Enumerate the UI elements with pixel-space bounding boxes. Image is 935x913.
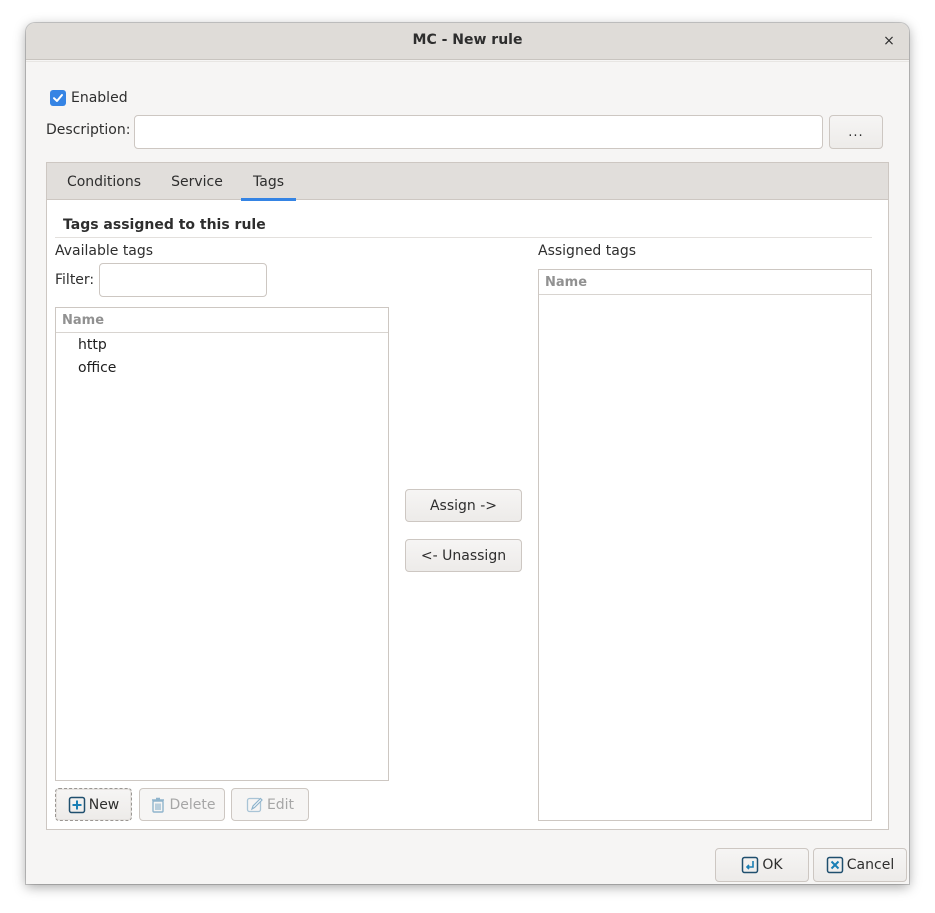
title-bar: MC - New rule × <box>26 23 909 60</box>
ok-label: OK <box>762 857 783 873</box>
description-label: Description: <box>46 122 131 138</box>
trash-icon <box>151 797 164 813</box>
assigned-tags-list[interactable]: Name <box>538 269 872 821</box>
description-more-button[interactable]: ... <box>829 115 883 149</box>
cancel-x-icon <box>826 856 844 874</box>
tab-service[interactable]: Service <box>162 163 232 200</box>
enter-icon <box>742 856 759 874</box>
tab-tags[interactable]: Tags <box>241 163 296 201</box>
available-name-column-header[interactable]: Name <box>56 308 388 333</box>
filter-input[interactable] <box>99 263 267 297</box>
available-tags-label: Available tags <box>55 243 154 259</box>
enabled-label: Enabled <box>71 90 128 106</box>
assigned-name-column-header[interactable]: Name <box>539 270 871 295</box>
checkmark-icon <box>53 94 63 102</box>
section-divider <box>55 237 872 238</box>
tab-panel: Conditions Service Tags Tags assigned to… <box>46 162 889 830</box>
title-divider <box>26 61 909 62</box>
close-button[interactable]: × <box>881 32 897 50</box>
edit-label: Edit <box>266 796 295 813</box>
description-input[interactable] <box>134 115 823 149</box>
enabled-checkbox-row[interactable]: Enabled <box>50 88 128 108</box>
tab-bar: Conditions Service Tags <box>47 163 888 201</box>
window-title: MC - New rule <box>412 32 523 48</box>
list-item[interactable]: http <box>56 333 388 356</box>
section-title: Tags assigned to this rule <box>63 217 266 233</box>
available-tags-list[interactable]: Name http office <box>55 307 389 781</box>
assigned-tags-label: Assigned tags <box>538 243 637 259</box>
delete-label: Delete <box>169 796 216 813</box>
pencil-icon <box>246 797 263 812</box>
new-label: New <box>88 796 120 813</box>
list-item[interactable]: office <box>56 356 388 379</box>
tab-conditions[interactable]: Conditions <box>59 163 149 200</box>
new-tag-button[interactable]: New <box>55 788 132 821</box>
unassign-button[interactable]: <- Unassign <box>405 539 522 572</box>
dialog-window: MC - New rule × Enabled Description: ...… <box>26 23 909 884</box>
delete-tag-button[interactable]: Delete <box>139 788 225 821</box>
close-icon: × <box>883 33 895 49</box>
assign-button[interactable]: Assign -> <box>405 489 522 522</box>
edit-tag-button[interactable]: Edit <box>231 788 309 821</box>
filter-label: Filter: <box>55 272 95 288</box>
plus-icon <box>68 796 85 813</box>
enabled-checkbox[interactable] <box>50 90 66 106</box>
cancel-button[interactable]: Cancel <box>813 848 907 882</box>
cancel-label: Cancel <box>846 857 895 873</box>
ok-button[interactable]: OK <box>715 848 809 882</box>
